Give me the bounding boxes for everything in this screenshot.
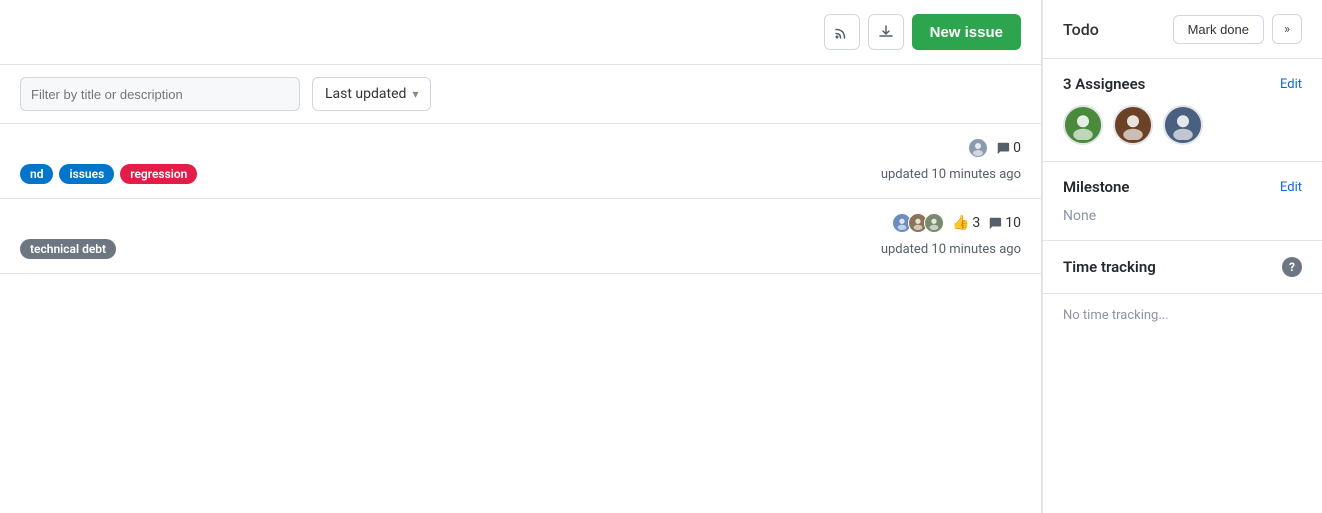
section-title: 3 Assignees <box>1063 75 1145 93</box>
updated-text: updated 10 minutes ago <box>881 167 1021 182</box>
milestone-section: Milestone Edit None <box>1043 162 1322 241</box>
issue-footer: technical debt updated 10 minutes ago <box>20 239 1021 259</box>
table-row: 0 nd issues regression updated 10 minute… <box>0 124 1041 199</box>
list-item: regression <box>120 164 197 184</box>
issue-footer: nd issues regression updated 10 minutes … <box>20 164 1021 184</box>
sort-dropdown[interactable]: Last updated ▾ <box>312 77 431 111</box>
thumbsup-icon: 👍 <box>952 215 969 231</box>
chevron-right-button[interactable]: » <box>1272 14 1302 44</box>
updated-text: updated 10 minutes ago <box>881 242 1021 257</box>
avatar <box>924 213 944 233</box>
chevron-down-icon: ▾ <box>412 87 418 101</box>
list-item: nd <box>20 164 53 184</box>
filter-bar: Last updated ▾ <box>0 65 1041 124</box>
avatar <box>1063 105 1103 145</box>
avatar <box>1163 105 1203 145</box>
section-header: 3 Assignees Edit <box>1063 75 1302 93</box>
avatar-group <box>968 138 988 158</box>
mark-done-button[interactable]: Mark done <box>1173 15 1264 44</box>
avatar <box>968 138 988 158</box>
new-issue-button[interactable]: New issue <box>912 14 1021 50</box>
issue-meta-top: 👍 3 10 <box>20 213 1021 233</box>
right-panel-header: Todo Mark done » <box>1043 0 1322 59</box>
list-item: issues <box>59 164 114 184</box>
partial-text: No time tracking... <box>1063 308 1169 323</box>
help-icon[interactable]: ? <box>1282 257 1302 277</box>
labels: technical debt <box>20 239 116 259</box>
comment-number: 0 <box>1013 140 1021 156</box>
download-button[interactable] <box>868 14 904 50</box>
sort-label: Last updated <box>325 86 406 102</box>
todo-label: Todo <box>1063 20 1099 39</box>
time-tracking-section: Time tracking ? <box>1043 241 1322 293</box>
right-header-actions: Mark done » <box>1173 14 1302 44</box>
section-header: Milestone Edit <box>1063 178 1302 196</box>
table-row: 👍 3 10 technical debt updated 10 minutes… <box>0 199 1041 274</box>
milestone-edit-link[interactable]: Edit <box>1280 180 1302 195</box>
avatar-group <box>892 213 944 233</box>
right-panel: Todo Mark done » 3 Assignees Edit <box>1042 0 1322 513</box>
comment-count: 10 <box>988 215 1021 231</box>
section-title: Milestone <box>1063 178 1130 196</box>
filter-search-input[interactable] <box>20 77 300 111</box>
labels: nd issues regression <box>20 164 197 184</box>
comment-count: 0 <box>996 140 1021 156</box>
assignees-row <box>1063 105 1302 145</box>
comment-number: 10 <box>1005 215 1021 231</box>
left-panel: New issue Last updated ▾ <box>0 0 1042 513</box>
list-item: technical debt <box>20 239 116 259</box>
toolbar: New issue <box>0 0 1041 65</box>
rss-button[interactable] <box>824 14 860 50</box>
avatar <box>1113 105 1153 145</box>
issues-list: 0 nd issues regression updated 10 minute… <box>0 124 1041 513</box>
assignees-edit-link[interactable]: Edit <box>1280 77 1302 92</box>
time-tracking-title: Time tracking <box>1063 258 1156 276</box>
partial-section: No time tracking... <box>1043 293 1322 337</box>
milestone-value: None <box>1063 208 1096 224</box>
assignees-section: 3 Assignees Edit <box>1043 59 1322 162</box>
reaction-count: 👍 3 <box>952 215 980 231</box>
issue-meta-top: 0 <box>20 138 1021 158</box>
reaction-number: 3 <box>972 215 980 231</box>
